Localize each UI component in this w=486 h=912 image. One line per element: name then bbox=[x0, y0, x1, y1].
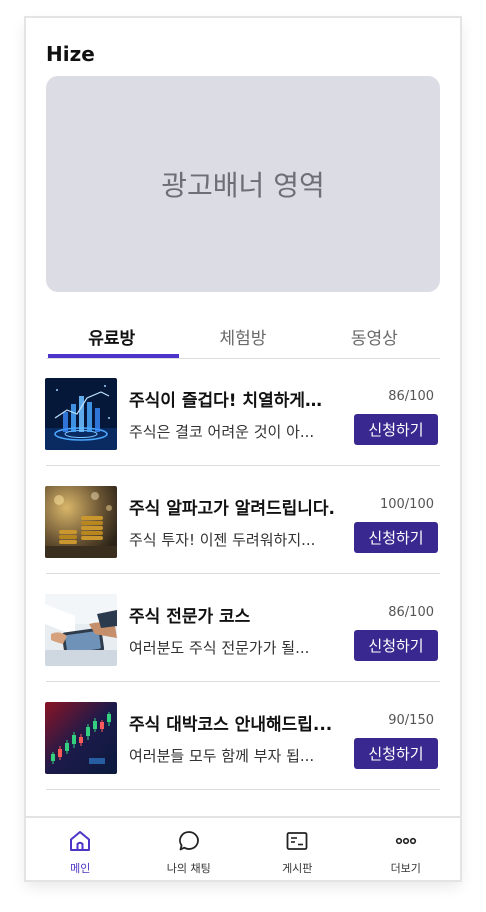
nav-my-chat[interactable]: 나의 채팅 bbox=[135, 818, 244, 880]
tab-video[interactable]: 동영상 bbox=[309, 314, 440, 358]
room-thumbnail bbox=[45, 486, 117, 558]
room-title: 주식 전문가 코스 bbox=[129, 607, 251, 627]
ad-banner[interactable]: 광고배너 영역 bbox=[46, 76, 440, 292]
room-description: 여러분도 주식 전문가가 될... bbox=[129, 639, 310, 657]
chat-bubble-icon bbox=[177, 828, 201, 854]
list-item[interactable]: 주식 전문가 코스 여러분도 주식 전문가가 될... 86/100 신청하기 bbox=[45, 574, 440, 682]
nav-more[interactable]: 더보기 bbox=[352, 818, 461, 880]
room-thumbnail bbox=[45, 378, 117, 450]
room-thumbnail bbox=[45, 594, 117, 666]
member-count: 100/100 bbox=[379, 497, 434, 512]
ad-banner-text: 광고배너 영역 bbox=[161, 169, 325, 202]
tab-trial-room[interactable]: 체험방 bbox=[177, 314, 308, 358]
more-icon bbox=[394, 828, 418, 854]
nav-label: 게시판 bbox=[282, 862, 313, 875]
bottom-navigation: 메인 나의 채팅 게시판 더보기 bbox=[26, 816, 460, 880]
app-screen: Hize 광고배너 영역 유료방 체험방 동영상 주식이 즐겁다! 치열하게… … bbox=[26, 18, 460, 880]
member-count: 86/100 bbox=[388, 605, 434, 620]
tab-label: 체험방 bbox=[219, 328, 267, 349]
apply-button[interactable]: 신청하기 bbox=[354, 738, 438, 769]
room-description: 여러분들 모두 함께 부자 됩... bbox=[129, 747, 315, 765]
room-description: 주식 투자! 이젠 두려워하지... bbox=[129, 531, 316, 549]
nav-label: 나의 채팅 bbox=[166, 862, 211, 875]
nav-label: 메인 bbox=[70, 862, 91, 875]
list-item[interactable]: 주식 알파고가 알려드립니다. 주식 투자! 이젠 두려워하지... 100/1… bbox=[45, 466, 440, 574]
list-item[interactable]: 주식이 즐겁다! 치열하게… 주식은 결코 어려운 것이 아... 86/100… bbox=[45, 358, 440, 466]
home-icon bbox=[68, 828, 92, 854]
tab-label: 유료방 bbox=[88, 328, 136, 349]
room-title: 주식이 즐겁다! 치열하게… bbox=[129, 391, 322, 411]
apply-button[interactable]: 신청하기 bbox=[354, 414, 438, 445]
room-tabs: 유료방 체험방 동영상 bbox=[46, 314, 440, 359]
nav-main[interactable]: 메인 bbox=[26, 818, 135, 880]
nav-label: 더보기 bbox=[390, 862, 421, 875]
app-title: Hize bbox=[46, 42, 95, 66]
member-count: 86/100 bbox=[388, 389, 434, 404]
list-item[interactable]: 주식 대박코스 안내해드립... 여러분들 모두 함께 부자 됩... 90/1… bbox=[45, 682, 440, 790]
room-title: 주식 대박코스 안내해드립... bbox=[129, 715, 333, 735]
tab-label: 동영상 bbox=[350, 328, 398, 349]
room-thumbnail bbox=[45, 702, 117, 774]
apply-button[interactable]: 신청하기 bbox=[354, 630, 438, 661]
room-list: 주식이 즐겁다! 치열하게… 주식은 결코 어려운 것이 아... 86/100… bbox=[45, 358, 440, 790]
board-icon bbox=[285, 828, 309, 854]
room-title: 주식 알파고가 알려드립니다. bbox=[129, 499, 335, 519]
tab-paid-room[interactable]: 유료방 bbox=[46, 314, 177, 358]
member-count: 90/150 bbox=[388, 713, 434, 728]
apply-button[interactable]: 신청하기 bbox=[354, 522, 438, 553]
nav-board[interactable]: 게시판 bbox=[243, 818, 352, 880]
room-description: 주식은 결코 어려운 것이 아... bbox=[129, 423, 315, 441]
